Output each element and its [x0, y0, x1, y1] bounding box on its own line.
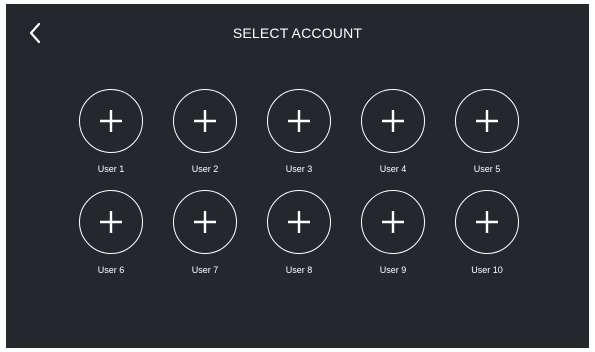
- add-account-button[interactable]: [455, 190, 519, 254]
- account-tile-user-7[interactable]: User 7: [172, 190, 238, 276]
- account-label: User 8: [285, 265, 313, 275]
- top-bar: SELECT ACCOUNT: [6, 4, 589, 62]
- add-account-button[interactable]: [455, 89, 519, 153]
- account-label: User 2: [191, 164, 219, 174]
- page-title: SELECT ACCOUNT: [232, 25, 363, 41]
- add-account-button[interactable]: [173, 190, 237, 254]
- plus-icon: [100, 211, 122, 233]
- account-label: User 10: [471, 265, 503, 275]
- account-label: User 6: [97, 265, 125, 275]
- account-tile-user-2[interactable]: User 2: [172, 89, 238, 175]
- add-account-button[interactable]: [173, 89, 237, 153]
- account-tile-user-9[interactable]: User 9: [360, 190, 426, 276]
- account-select-screen: SELECT ACCOUNT User 1 User 2 User 3 User…: [6, 4, 589, 348]
- plus-icon: [476, 110, 498, 132]
- plus-icon: [476, 211, 498, 233]
- plus-icon: [194, 110, 216, 132]
- account-label: User 7: [191, 265, 219, 275]
- add-account-button[interactable]: [79, 190, 143, 254]
- account-tile-user-10[interactable]: User 10: [454, 190, 520, 276]
- account-tile-user-5[interactable]: User 5: [454, 89, 520, 175]
- plus-icon: [194, 211, 216, 233]
- add-account-button[interactable]: [267, 89, 331, 153]
- account-tile-user-3[interactable]: User 3: [266, 89, 332, 175]
- add-account-button[interactable]: [267, 190, 331, 254]
- add-account-button[interactable]: [361, 190, 425, 254]
- account-label: User 9: [379, 265, 407, 275]
- account-label: User 3: [285, 164, 313, 174]
- account-label: User 1: [97, 164, 125, 174]
- account-tile-user-4[interactable]: User 4: [360, 89, 426, 175]
- account-tile-user-8[interactable]: User 8: [266, 190, 332, 276]
- plus-icon: [288, 110, 310, 132]
- account-tile-user-1[interactable]: User 1: [78, 89, 144, 175]
- account-label: User 4: [379, 164, 407, 174]
- plus-icon: [382, 110, 404, 132]
- account-tile-user-6[interactable]: User 6: [78, 190, 144, 276]
- plus-icon: [382, 211, 404, 233]
- plus-icon: [100, 110, 122, 132]
- account-grid: User 1 User 2 User 3 User 4 User 5 User …: [78, 89, 528, 276]
- add-account-button[interactable]: [361, 89, 425, 153]
- plus-icon: [288, 211, 310, 233]
- account-label: User 5: [473, 164, 501, 174]
- add-account-button[interactable]: [79, 89, 143, 153]
